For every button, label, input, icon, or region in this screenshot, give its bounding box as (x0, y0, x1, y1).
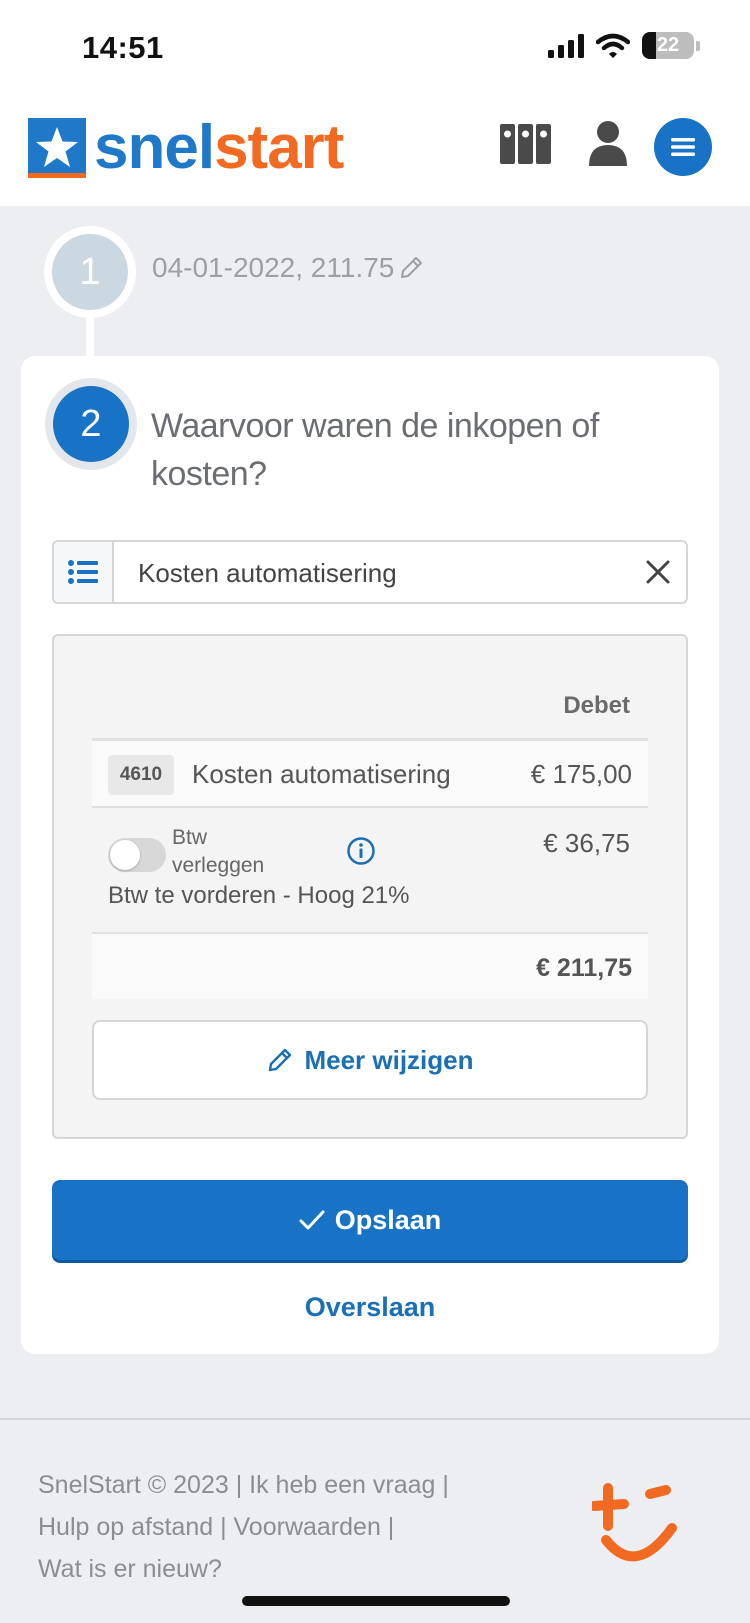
edit-more-label: Meer wijzigen (304, 1044, 474, 1075)
app-header: snelstart (0, 96, 750, 206)
vat-amount: € 36,75 (543, 828, 630, 858)
info-icon[interactable] (346, 836, 376, 866)
status-time: 14:51 (82, 30, 164, 65)
footer-link-remote-help[interactable]: Hulp op afstand (38, 1513, 213, 1541)
battery-icon: 22 (642, 32, 694, 59)
snelstart-logo[interactable]: snelstart (28, 113, 344, 182)
row-amount: € 175,00 (530, 759, 632, 789)
total-amount: € 211,75 (536, 954, 632, 982)
toggle-knob (110, 840, 140, 870)
footer-link-terms[interactable]: Voorwaarden (234, 1513, 381, 1541)
btw-verleggen-label: Btw verleggen (172, 826, 265, 877)
account-list-button[interactable] (54, 542, 114, 602)
list-icon (68, 560, 98, 584)
user-icon[interactable] (588, 120, 628, 166)
account-select[interactable]: Kosten automatisering (52, 540, 688, 604)
account-value: Kosten automatisering (138, 558, 397, 588)
footer-copyright: SnelStart © 2023 (38, 1471, 229, 1499)
save-label: Opslaan (334, 1204, 442, 1235)
logo-star-icon (28, 118, 86, 178)
menu-button[interactable] (654, 118, 712, 176)
step-2-question: Waarvoor waren de inkopen of kosten? (151, 407, 599, 493)
step-2-card: 2 Waarvoor waren de inkopen of kosten? K… (21, 356, 719, 1354)
table-row: 4610 Kosten automatisering € 175,00 (92, 741, 648, 807)
account-code-badge: 4610 (108, 755, 174, 795)
status-bar: 14:51 22 (0, 0, 750, 96)
logo-wordmark: snelstart (94, 113, 344, 182)
footer: SnelStart © 2023 | Ik heb een vraag | Hu… (0, 1418, 750, 1623)
home-indicator (242, 1596, 510, 1606)
smiley-logo-icon (592, 1483, 677, 1562)
total-row: € 211,75 (92, 934, 648, 999)
battery-level: 22 (656, 34, 680, 56)
step-1-summary[interactable]: 04-01-2022, 211.75 (152, 252, 424, 284)
checkmark-icon (299, 1210, 325, 1230)
step-2-indicator: 2 (45, 378, 137, 470)
binders-icon[interactable] (500, 122, 552, 164)
status-icons: 22 (548, 32, 700, 59)
footer-link-whats-new[interactable]: Wat is er nieuw? (38, 1555, 222, 1583)
debet-column-header: Debet (563, 692, 630, 719)
pencil-icon[interactable] (398, 255, 424, 281)
btw-verleggen-toggle[interactable] (108, 838, 166, 872)
row-account-name: Kosten automatisering (192, 759, 451, 789)
wifi-icon (596, 33, 630, 58)
close-icon[interactable] (644, 558, 672, 586)
pencil-icon (269, 1048, 292, 1072)
signal-icon (548, 33, 584, 58)
hamburger-icon (671, 138, 695, 156)
footer-links: SnelStart © 2023 | Ik heb een vraag | Hu… (38, 1471, 449, 1583)
divider (92, 806, 648, 808)
vat-rate-label: Btw te vorderen - Hoog 21% (108, 882, 410, 909)
step-connector (86, 316, 94, 358)
step-1-summary-text: 04-01-2022, 211.75 (152, 252, 395, 283)
footer-link-question[interactable]: Ik heb een vraag (249, 1471, 435, 1499)
step-1-indicator: 1 (44, 226, 136, 318)
edit-more-button[interactable]: Meer wijzigen (92, 1020, 648, 1100)
booking-panel: Debet 4610 Kosten automatisering € 175,0… (52, 634, 688, 1139)
skip-link[interactable]: Overslaan (21, 1292, 719, 1323)
save-button[interactable]: Opslaan (52, 1180, 688, 1260)
